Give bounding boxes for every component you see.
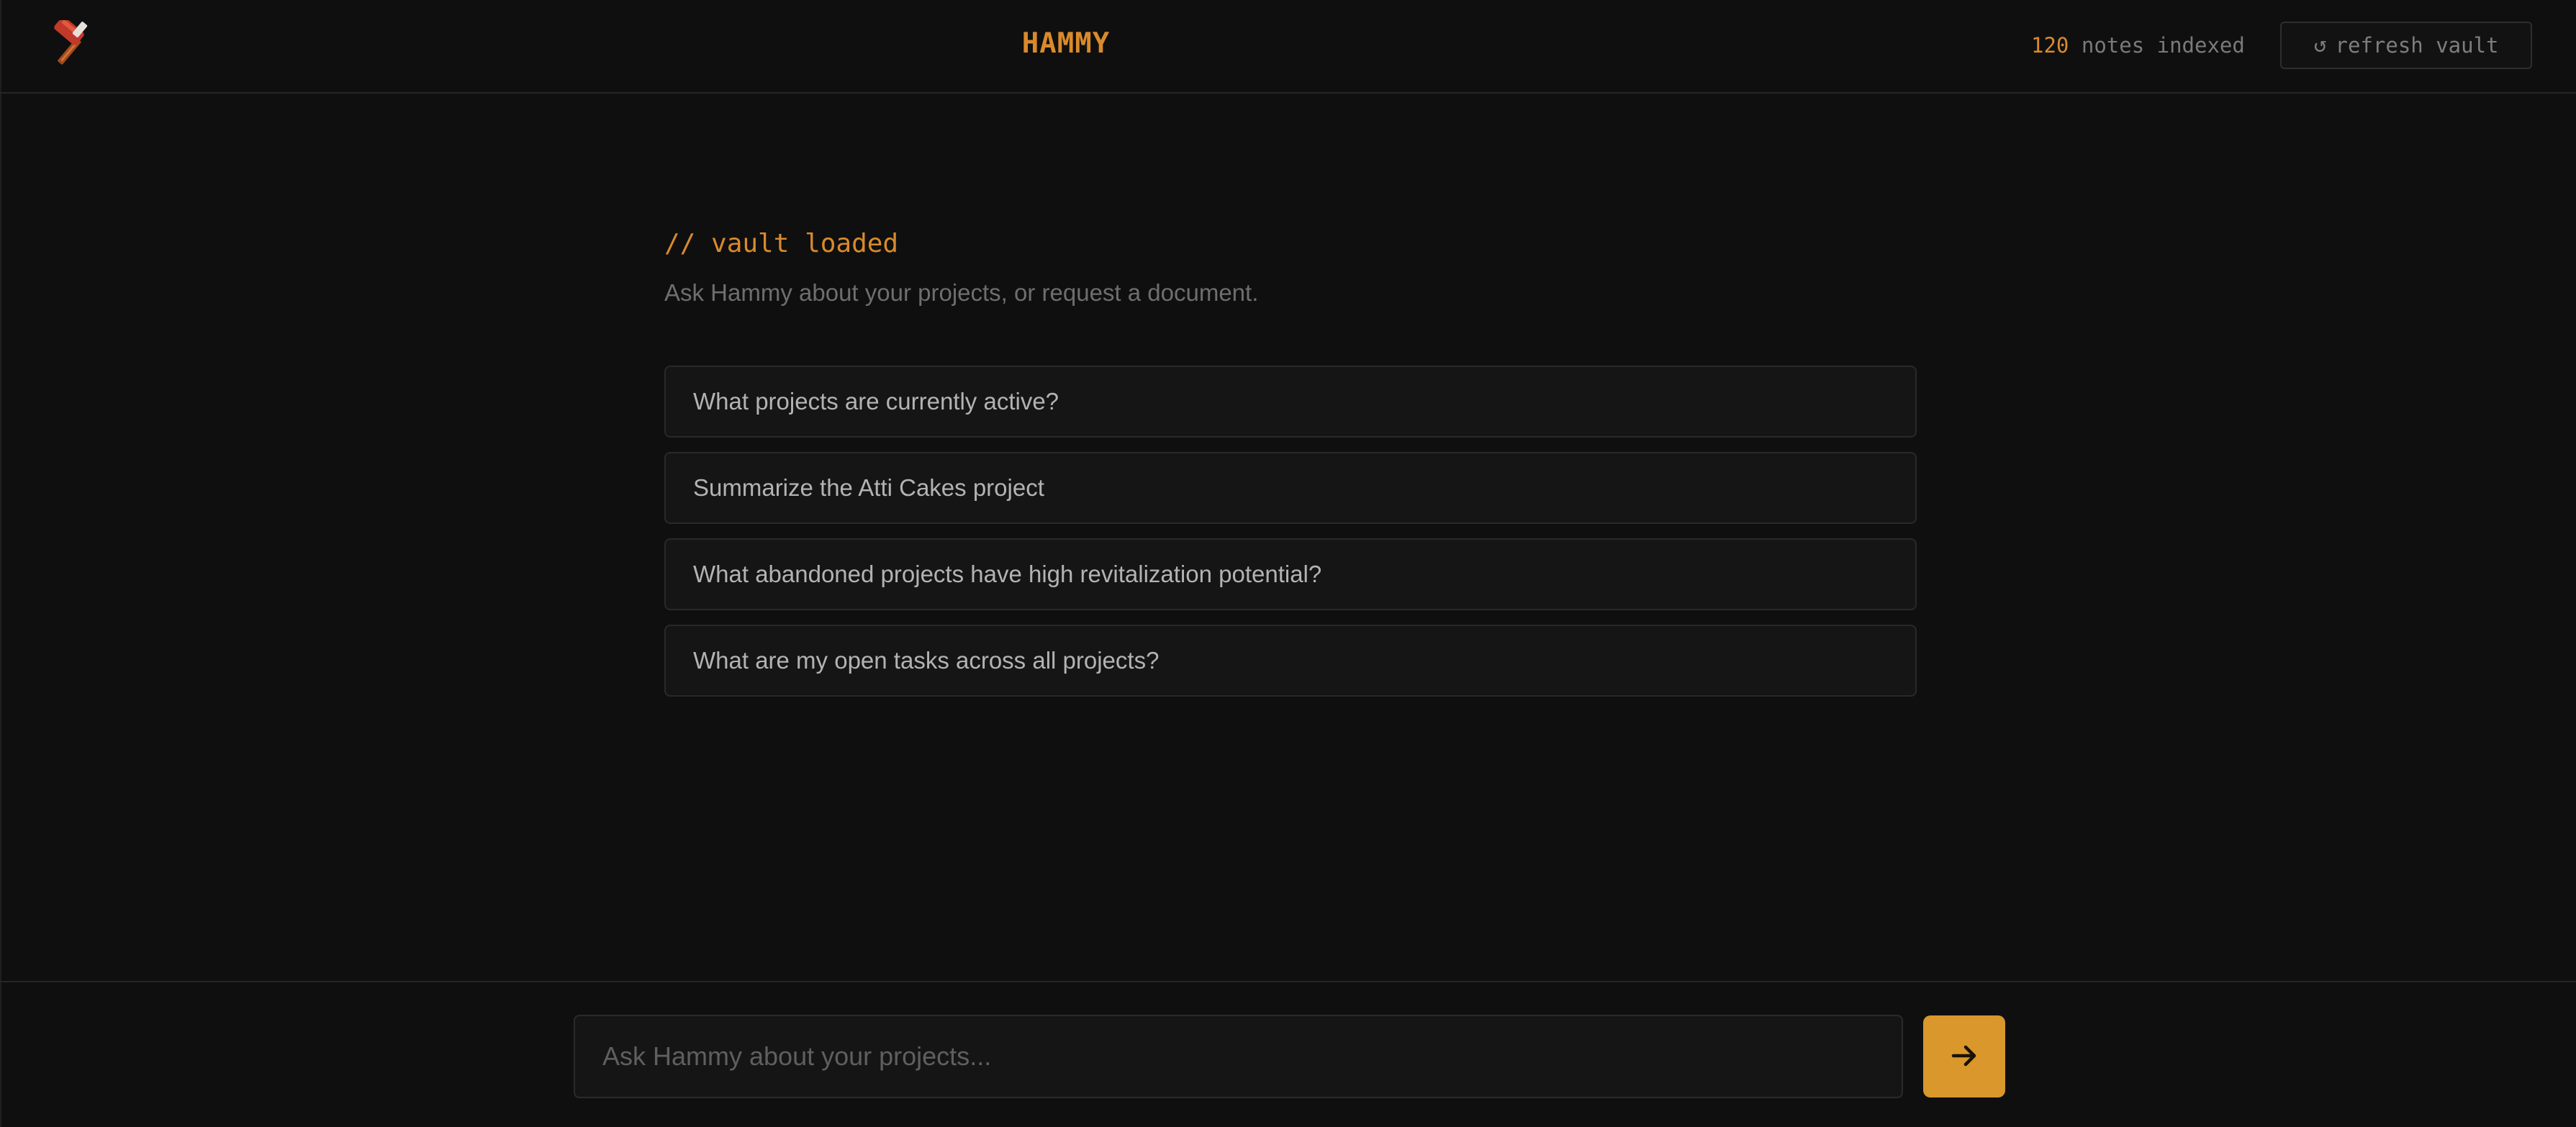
- notes-count-value: 120: [2031, 33, 2069, 58]
- top-bar: HAMMY 120 notes indexed ↺ refresh vault: [0, 0, 2576, 94]
- refresh-vault-button[interactable]: ↺ refresh vault: [2280, 22, 2532, 69]
- chat-input[interactable]: [574, 1015, 1903, 1098]
- refresh-vault-label: refresh vault: [2335, 33, 2499, 58]
- suggestion-active-projects[interactable]: What projects are currently active?: [664, 366, 1917, 438]
- notes-count-label: notes indexed: [2081, 33, 2245, 58]
- suggestion-summarize-atti-cakes[interactable]: Summarize the Atti Cakes project: [664, 452, 1917, 524]
- app-title: HAMMY: [1021, 27, 1111, 60]
- suggestion-list: What projects are currently active? Summ…: [664, 366, 1917, 711]
- notes-indexed-status: 120 notes indexed: [2031, 33, 2245, 58]
- hammer-icon: [48, 17, 98, 71]
- vault-subtitle: Ask Hammy about your projects, or reques…: [664, 279, 1259, 306]
- vault-status-heading: // vault loaded: [664, 229, 899, 258]
- send-button[interactable]: [1923, 1015, 2005, 1097]
- arrow-right-icon: [1948, 1040, 1980, 1074]
- suggestion-abandoned-projects[interactable]: What abandoned projects have high revita…: [664, 538, 1917, 610]
- refresh-icon: ↺: [2313, 32, 2327, 58]
- window-edge: [0, 0, 1, 1127]
- suggestion-open-tasks[interactable]: What are my open tasks across all projec…: [664, 625, 1917, 697]
